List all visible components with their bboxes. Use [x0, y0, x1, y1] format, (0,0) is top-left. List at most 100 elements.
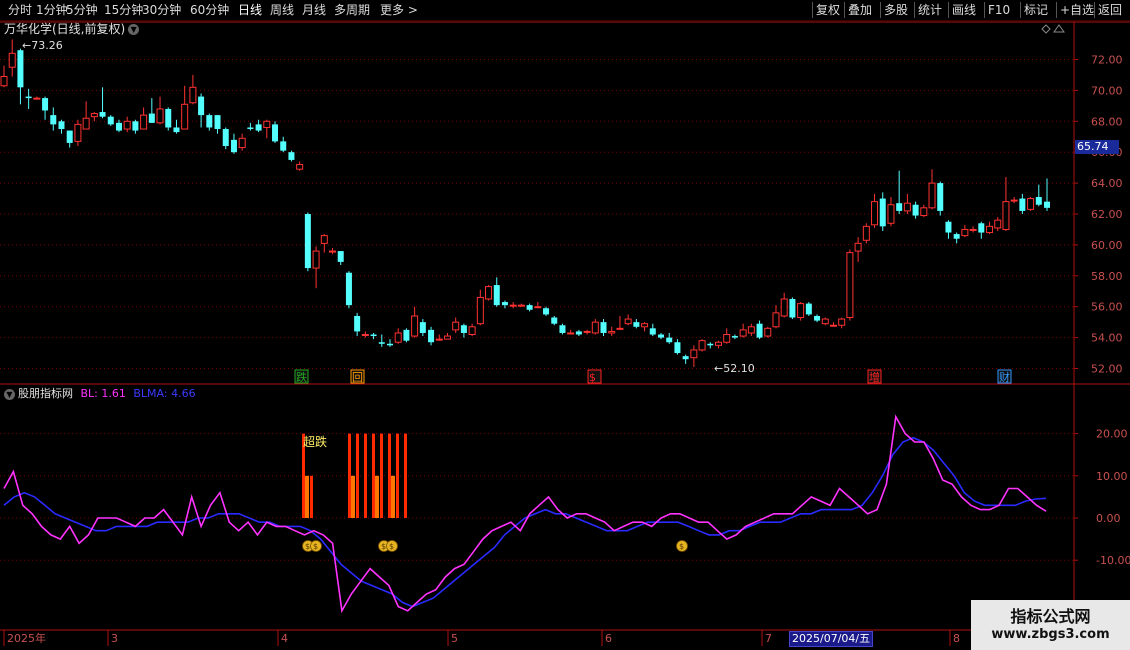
indicator-bar	[396, 433, 399, 518]
candle-body	[58, 121, 65, 130]
candle-body	[945, 221, 952, 233]
candle-body	[690, 349, 698, 359]
price-axis-label: 60.00	[1091, 239, 1123, 252]
candle-body	[74, 123, 82, 142]
indicator-text-label: 超跌	[303, 434, 327, 449]
candle-body	[411, 315, 419, 337]
kline-chart[interactable]: 72.0070.0068.0066.0064.0062.0060.0058.00…	[0, 0, 1130, 650]
candle-body	[403, 329, 410, 341]
indicator-bar	[364, 433, 367, 518]
price-axis-label: 62.00	[1091, 208, 1123, 221]
candle-body	[0, 75, 8, 87]
diamond-icon	[1041, 24, 1051, 34]
candle-body	[255, 124, 262, 131]
candle-body	[468, 326, 476, 336]
candle-body	[575, 331, 582, 335]
indicator-title: ▼ 股朋指标网 BL: 1.61 BLMA: 4.66	[4, 387, 196, 401]
candle-body	[8, 52, 16, 68]
candle-body	[50, 115, 57, 125]
blma-value: BLMA: 4.66	[133, 387, 196, 400]
event-marker: 跌	[296, 370, 307, 384]
candle-body	[682, 356, 689, 360]
candle-body	[739, 329, 747, 337]
event-marker: 回	[352, 371, 363, 384]
candle-body	[821, 318, 829, 325]
candle-body	[509, 304, 517, 307]
candle-body	[493, 285, 500, 306]
candle-body	[731, 336, 738, 338]
indicator-bar	[356, 433, 359, 518]
candle-body	[624, 318, 632, 325]
money-bag-icon-glyph: $	[305, 542, 310, 551]
candle-body	[304, 214, 311, 269]
price-axis-label: 72.00	[1091, 54, 1123, 67]
candle-body	[280, 141, 287, 151]
candle-body	[797, 303, 805, 319]
cursor-date-tag: 2025/07/04/五	[789, 631, 874, 647]
date-axis-label: 3	[111, 632, 118, 645]
price-axis-label: 56.00	[1091, 301, 1123, 314]
candle-body	[937, 183, 944, 211]
candle-body	[82, 117, 90, 130]
candle-body	[649, 328, 656, 335]
candle-body	[337, 251, 344, 262]
candle-body	[747, 326, 755, 334]
date-axis-label: 2025年	[7, 631, 46, 645]
watermark-line1: 指标公式网	[1010, 607, 1091, 626]
indicator-axis-label: 10.00	[1096, 470, 1128, 483]
date-axis-label: 6	[605, 632, 612, 645]
candle-body	[428, 329, 435, 343]
candle-body	[238, 137, 246, 149]
candle-body	[107, 116, 114, 125]
candle-body	[329, 250, 337, 253]
date-axis-label: 4	[281, 632, 288, 645]
indicator-bar	[372, 433, 375, 518]
candle-body	[419, 322, 426, 333]
candle-body	[543, 308, 550, 315]
candle-body	[674, 342, 681, 354]
indicator-name: 股朋指标网	[18, 387, 73, 400]
candle-body	[90, 113, 98, 118]
event-marker: $	[589, 371, 596, 384]
candle-body	[1027, 198, 1035, 210]
candle-body	[435, 338, 443, 341]
candle-body	[789, 298, 796, 318]
candle-body	[912, 204, 919, 216]
candle-body	[608, 330, 616, 334]
event-marker: 财	[999, 370, 1010, 384]
candle-body	[517, 304, 525, 307]
indicator-bar	[310, 475, 313, 518]
candle-body	[616, 327, 624, 330]
candle-body	[567, 332, 575, 335]
candle-body	[132, 121, 139, 131]
candle-body	[953, 234, 960, 239]
candle-body	[764, 327, 772, 337]
price-axis-label: 58.00	[1091, 270, 1123, 283]
high-price-label: ←73.26	[22, 39, 63, 52]
candle-body	[247, 127, 254, 130]
chevron-down-icon[interactable]: ▼	[4, 388, 15, 400]
candle-body	[1035, 197, 1042, 205]
candle-body	[666, 337, 673, 343]
candle-body	[443, 335, 451, 340]
candle-body	[633, 322, 640, 327]
low-price-label: ←52.10	[714, 362, 755, 375]
candle-body	[829, 324, 837, 327]
date-axis-label: 7	[765, 632, 772, 645]
candle-body	[66, 130, 73, 143]
candle-body	[583, 330, 591, 333]
indicator-bar	[380, 433, 383, 518]
candle-body	[148, 113, 155, 123]
candle-body	[814, 315, 821, 321]
candle-body	[879, 198, 886, 227]
candle-body	[230, 139, 237, 153]
candle-body	[99, 112, 106, 117]
candle-body	[312, 250, 320, 269]
candle-body	[1019, 198, 1026, 211]
candle-body	[263, 120, 271, 128]
candle-body	[698, 340, 706, 351]
candle-body	[994, 219, 1002, 229]
candle-body	[320, 235, 328, 244]
candle-body	[476, 296, 484, 325]
candle-body	[896, 203, 903, 211]
